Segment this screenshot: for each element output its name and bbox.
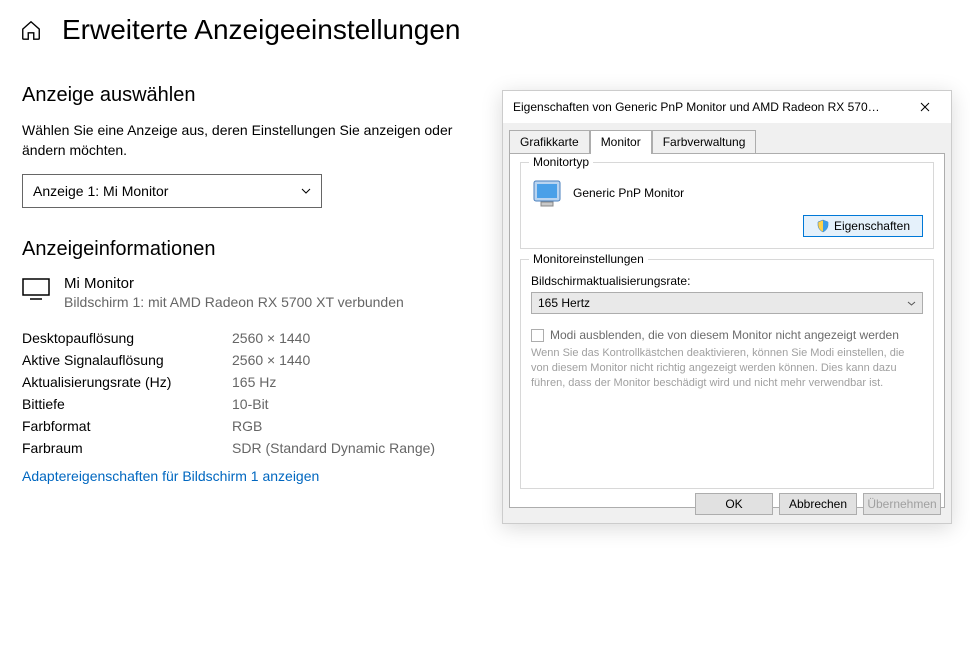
monitor-properties-dialog: Eigenschaften von Generic PnP Monitor un… bbox=[502, 90, 952, 524]
monitor-settings-title: Monitoreinstellungen bbox=[529, 252, 648, 266]
monitor-properties-button[interactable]: Eigenschaften bbox=[803, 215, 923, 237]
display-select-value: Anzeige 1: Mi Monitor bbox=[33, 183, 168, 199]
info-row: Aktualisierungsrate (Hz)165 Hz bbox=[22, 374, 458, 390]
apply-button[interactable]: Übernehmen bbox=[863, 493, 941, 515]
info-row: Desktopauflösung2560 × 1440 bbox=[22, 330, 458, 346]
refresh-rate-label: Bildschirmaktualisierungsrate: bbox=[531, 274, 923, 288]
monitor-name: Mi Monitor bbox=[64, 275, 404, 292]
dialog-titlebar[interactable]: Eigenschaften von Generic PnP Monitor un… bbox=[503, 91, 951, 123]
monitor-icon bbox=[22, 277, 50, 301]
info-row: FarbformatRGB bbox=[22, 418, 458, 434]
monitor-type-group: Monitortyp Generic PnP Monitor Eigenscha… bbox=[520, 162, 934, 249]
info-row: Aktive Signalauflösung2560 × 1440 bbox=[22, 352, 458, 368]
monitor-type-name: Generic PnP Monitor bbox=[573, 186, 684, 200]
monitor-sub: Bildschirm 1: mit AMD Radeon RX 5700 XT … bbox=[64, 294, 404, 310]
monitor-type-title: Monitortyp bbox=[529, 155, 593, 169]
info-row: FarbraumSDR (Standard Dynamic Range) bbox=[22, 440, 458, 456]
close-button[interactable] bbox=[905, 93, 945, 121]
monitor-properties-button-label: Eigenschaften bbox=[834, 219, 910, 233]
tab-panel-monitor: Monitortyp Generic PnP Monitor Eigenscha… bbox=[509, 153, 945, 508]
monitor-settings-group: Monitoreinstellungen Bildschirmaktualisi… bbox=[520, 259, 934, 489]
tab-color[interactable]: Farbverwaltung bbox=[652, 130, 757, 154]
display-info-title: Anzeigeinformationen bbox=[22, 238, 458, 261]
page-title: Erweiterte Anzeigeeinstellungen bbox=[62, 14, 460, 46]
dialog-title: Eigenschaften von Generic PnP Monitor un… bbox=[513, 100, 905, 114]
tab-monitor[interactable]: Monitor bbox=[590, 130, 652, 154]
hide-modes-checkbox[interactable] bbox=[531, 329, 544, 342]
cancel-button[interactable]: Abbrechen bbox=[779, 493, 857, 515]
select-display-instruction: Wählen Sie eine Anzeige aus, deren Einst… bbox=[22, 121, 458, 160]
info-row: Bittiefe10-Bit bbox=[22, 396, 458, 412]
refresh-rate-select[interactable]: 165 Hertz bbox=[531, 292, 923, 314]
hide-modes-warning: Wenn Sie das Kontrollkästchen deaktivier… bbox=[531, 346, 923, 391]
tab-graphics[interactable]: Grafikkarte bbox=[509, 130, 590, 154]
home-icon[interactable] bbox=[20, 19, 42, 41]
display-select[interactable]: Anzeige 1: Mi Monitor bbox=[22, 174, 322, 208]
refresh-rate-value: 165 Hertz bbox=[538, 296, 590, 310]
crt-monitor-icon bbox=[531, 177, 563, 209]
hide-modes-label: Modi ausblenden, die von diesem Monitor … bbox=[550, 328, 899, 342]
display-info-table: Desktopauflösung2560 × 1440 Aktive Signa… bbox=[22, 330, 458, 456]
ok-button[interactable]: OK bbox=[695, 493, 773, 515]
select-display-title: Anzeige auswählen bbox=[22, 84, 458, 107]
shield-icon bbox=[816, 219, 830, 233]
adapter-properties-link[interactable]: Adaptereigenschaften für Bildschirm 1 an… bbox=[22, 468, 319, 484]
chevron-down-icon bbox=[301, 188, 311, 194]
chevron-down-icon bbox=[907, 301, 916, 306]
close-icon bbox=[920, 102, 930, 112]
